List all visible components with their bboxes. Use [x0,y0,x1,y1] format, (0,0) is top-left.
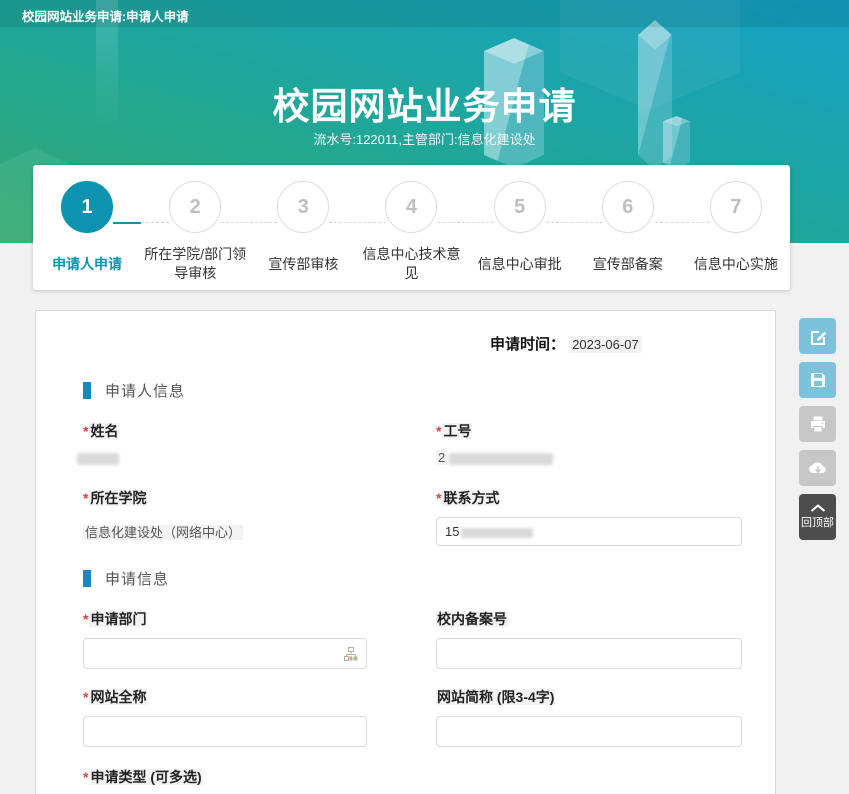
edit-icon [808,327,827,346]
chevron-up-icon [810,504,826,512]
step-6-circle: 6 [602,181,654,233]
workflow-stepper: 1 申请人申请 2 所在学院/部门领导审核 3 宣传部审核 4 信息中心技术意见… [33,165,790,290]
download-button[interactable] [799,450,836,486]
apply-time-label: 申请时间： [490,336,565,353]
page-subtitle: 流水号:122011,主管部门:信息化建设处 [0,129,849,148]
page: 校园网站业务申请:申请人申请 校园网站业务申请 流水号:122011,主管部门:… [0,0,849,794]
save-button[interactable] [799,362,836,398]
site-shortname-field: 网站简称 (限3-4字) [436,687,742,747]
record-number-field: 校内备案号 [436,609,742,669]
step-2-label: 所在学院/部门领导审核 [143,242,247,286]
redacted-phone [461,528,533,538]
employee-id-field: *工号 2 [436,421,742,468]
record-number-label: 校内备案号 [436,609,742,629]
save-icon [809,371,827,389]
request-info-section-header: 申请信息 [83,568,742,589]
step-3-circle: 3 [277,181,329,233]
step-6-label: 宣传部备案 [593,242,663,286]
step-4-label: 信息中心技术意见 [359,242,463,286]
apply-time-value: 2023-06-07 [569,336,642,353]
redacted-name [77,453,119,465]
apply-type-label: *申请类型 (可多选) [83,767,742,787]
page-title: 校园网站业务申请 [0,76,849,130]
applicant-info-section-header: 申请人信息 [83,380,742,401]
step-2-circle: 2 [169,181,221,233]
section-bar-icon [83,382,91,399]
step-7-implementation: 7 信息中心实施 [682,181,790,286]
redacted-employee-id [449,453,553,465]
step-1-circle: 1 [61,181,113,233]
cloud-download-icon [808,459,828,477]
request-section-title: 申请信息 [105,568,169,589]
edit-button[interactable] [799,318,836,354]
apply-time: 申请时间： 2023-06-07 [490,333,742,354]
name-field: *姓名 [83,421,436,468]
breadcrumb-bar: 校园网站业务申请:申请人申请 [0,0,849,27]
section-bar-icon [83,570,91,587]
step-4-circle: 4 [385,181,437,233]
back-to-top-button[interactable]: 回顶部 [799,494,836,540]
site-shortname-input[interactable] [436,716,742,747]
department-picker-icon[interactable] [343,646,359,662]
step-4-tech-opinion: 4 信息中心技术意见 [357,181,465,286]
name-value [83,450,436,468]
step-5-label: 信息中心审批 [478,242,562,286]
department-label: *申请部门 [83,609,436,629]
printer-icon [809,415,827,433]
apply-type-field: *申请类型 (可多选) 新建网站 修改网站 注销网站 信息管理员新增 信息管理员… [83,767,742,794]
college-label: *所在学院 [83,488,436,508]
print-button[interactable] [799,406,836,442]
employee-id-value: 2 [436,450,742,468]
employee-id-label: *工号 [436,421,742,441]
site-fullname-label: *网站全称 [83,687,436,707]
back-to-top-label: 回顶部 [801,514,834,530]
record-number-input[interactable] [436,638,742,669]
step-1-applicant: 1 申请人申请 [33,181,141,286]
step-3-publicity-review: 3 宣传部审核 [249,181,357,286]
department-field: *申请部门 [83,609,436,669]
step-1-label: 申请人申请 [52,242,122,286]
contact-input[interactable]: 15 [436,517,742,546]
department-input[interactable] [83,638,367,669]
step-5-infocenter-approval: 5 信息中心审批 [466,181,574,286]
site-fullname-input[interactable] [83,716,367,747]
step-6-publicity-record: 6 宣传部备案 [574,181,682,286]
step-7-label: 信息中心实施 [694,242,778,286]
site-shortname-label: 网站简称 (限3-4字) [436,687,742,707]
floating-action-bar: 回顶部 [799,318,836,548]
contact-label: *联系方式 [436,488,742,508]
application-form: 申请时间： 2023-06-07 申请人信息 *姓名 *工号 2 *所在学院 信… [35,310,776,794]
contact-field: *联系方式 15 [436,488,742,546]
step-3-label: 宣传部审核 [268,242,338,286]
applicant-section-title: 申请人信息 [105,380,185,401]
step-5-circle: 5 [494,181,546,233]
college-value: 信息化建设处（网络中心） [83,522,436,541]
name-label: *姓名 [83,421,436,441]
college-field: *所在学院 信息化建设处（网络中心） [83,488,436,546]
site-fullname-field: *网站全称 [83,687,436,747]
step-2-college-leader-review: 2 所在学院/部门领导审核 [141,181,249,286]
step-7-circle: 7 [710,181,762,233]
breadcrumb: 校园网站业务申请:申请人申请 [22,6,189,25]
